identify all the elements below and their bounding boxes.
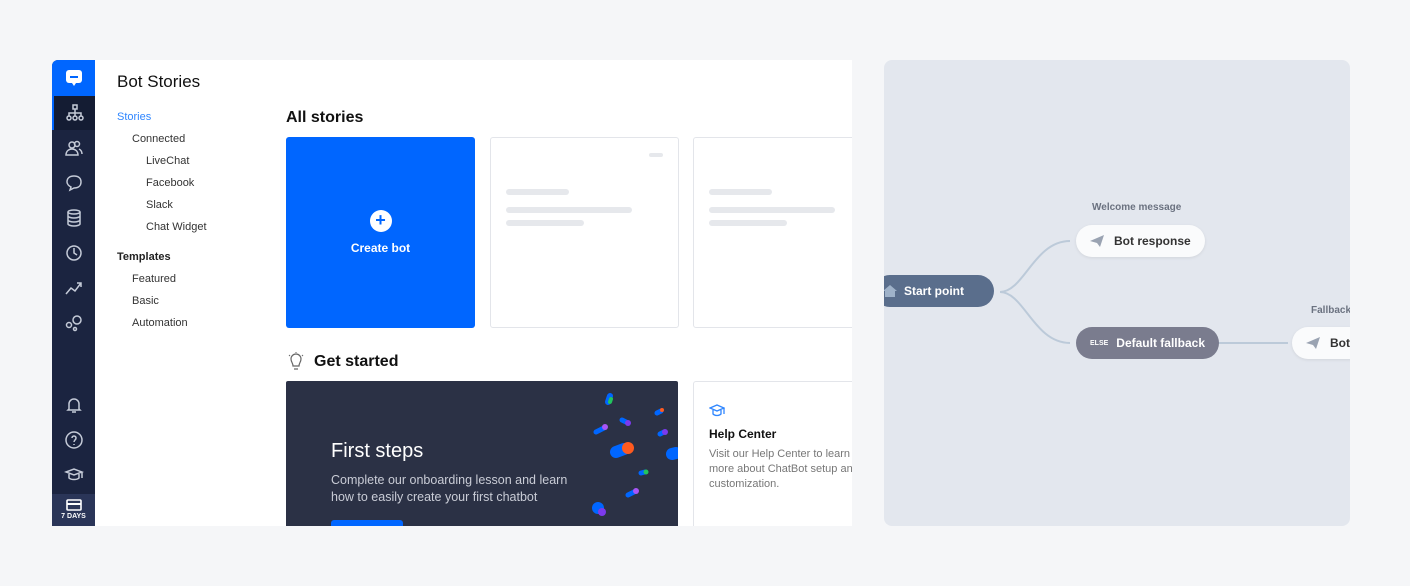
database-icon[interactable] [52,201,95,235]
stories-nav: Stories Connected LiveChat Facebook Slac… [117,106,207,334]
default-fallback-label: Default fallback [1116,336,1205,350]
nav-automation[interactable]: Automation [117,312,207,334]
chatbot-logo[interactable] [52,60,95,96]
nav-connected[interactable]: Connected [117,128,207,150]
academy-icon[interactable] [52,458,95,492]
default-fallback-node[interactable]: ELSE Default fallback [1076,327,1219,359]
history-icon[interactable] [52,236,95,270]
lightbulb-icon [288,352,304,370]
story-flow-canvas[interactable]: Start point Welcome message Bot response… [884,60,1350,526]
story-card-placeholder[interactable] [693,137,852,328]
nav-chat-widget[interactable]: Chat Widget [117,216,207,238]
nav-stories[interactable]: Stories [117,106,207,128]
get-started-heading: Get started [314,353,399,370]
all-stories-heading: All stories [286,109,364,126]
trial-days-label: 7 DAYS [61,513,86,520]
first-steps-card[interactable]: First steps Complete our onboarding less… [286,381,678,526]
plus-icon: + [369,210,392,232]
help-center-card[interactable]: Help Center Visit our Help Center to lea… [693,381,852,526]
help-icon[interactable] [52,423,95,457]
home-icon [884,285,897,297]
icon-rail: 7 DAYS [52,60,95,526]
start-point-label: Start point [904,284,964,298]
first-steps-button[interactable] [331,520,403,526]
bot-response-label: Bot response [1114,234,1191,248]
nav-facebook[interactable]: Facebook [117,172,207,194]
send-icon [1090,235,1104,247]
first-steps-description: Complete our onboarding lesson and learn… [331,473,568,504]
chat-icon[interactable] [52,166,95,200]
reports-icon[interactable] [52,271,95,305]
integrations-icon[interactable] [52,306,95,340]
stories-icon[interactable] [52,96,95,130]
nav-featured[interactable]: Featured [117,268,207,290]
fallback-response-label: Bot response [1330,336,1350,350]
story-card-placeholder[interactable] [490,137,679,328]
start-point-node[interactable]: Start point [884,275,994,307]
bell-icon[interactable] [52,388,95,422]
create-bot-label: Create bot [350,241,411,255]
billing-trial-button[interactable]: 7 DAYS [52,494,95,526]
first-steps-title: First steps [331,440,424,462]
fallback-label: Fallback [1311,305,1350,316]
else-badge: ELSE [1090,339,1109,347]
nav-templates[interactable]: Templates [117,246,207,268]
page-title: Bot Stories [117,72,201,91]
confetti-illustration [592,393,678,516]
nav-basic[interactable]: Basic [117,290,207,312]
graduation-cap-icon [709,404,725,417]
help-center-title: Help Center [709,427,777,441]
nav-livechat[interactable]: LiveChat [117,150,207,172]
fallback-response-node[interactable]: Bot response [1292,327,1350,359]
chatbot-app: 7 DAYS Bot Stories Stories Connected Liv… [52,60,852,526]
send-icon [1306,337,1320,349]
help-center-description: Visit our Help Center to learn more abou… [709,448,852,490]
billing-icon [65,499,82,511]
nav-slack[interactable]: Slack [117,194,207,216]
bot-response-node[interactable]: Bot response [1076,225,1205,257]
users-icon[interactable] [52,131,95,165]
welcome-message-label: Welcome message [1092,202,1182,213]
create-bot-button[interactable]: + Create bot [286,137,475,328]
